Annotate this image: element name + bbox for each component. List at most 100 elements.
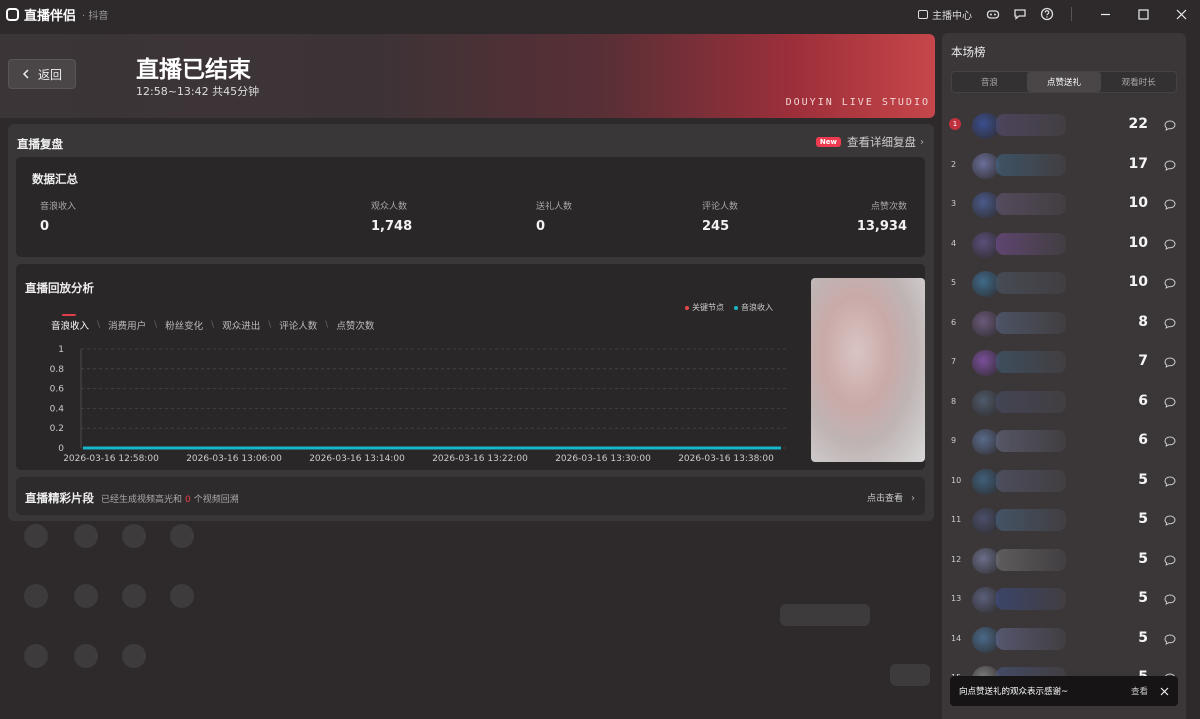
y-tick-label: 0.2 [50,424,64,434]
comment-icon[interactable] [1164,515,1176,526]
data-summary-card: 数据汇总 音浪收入 0 观众人数 1,748 送礼人数 0 评论人数 245 点… [16,157,925,257]
ranking-row[interactable]: 86 [942,383,1186,423]
highlights-title: 直播精彩片段 [25,491,94,505]
maximize-button[interactable] [1124,0,1162,28]
summary-title: 数据汇总 [32,172,78,186]
ranking-row[interactable]: 4 10 [942,225,1186,265]
highlights-description: 已经生成视频高光和 0 个视频回溯 [101,495,239,505]
ranking-row[interactable]: 13 5 [942,580,1186,620]
tab-income[interactable]: 音浪收入 [51,314,89,332]
x-tick-label: 2026-03-16 13:22:00 [432,454,528,464]
comment-icon[interactable] [1164,238,1176,250]
page-title: 直播已结束 [136,57,251,83]
ranking-row[interactable]: 11 5 [942,501,1186,541]
tab-paying-users[interactable]: 消费用户 [108,318,146,332]
toast-text: 向点赞送礼的观众表示感谢~ [959,687,1069,697]
close-button[interactable] [1162,0,1200,28]
comment-icon[interactable] [1164,357,1176,368]
replay-title: 直播回放分析 [25,281,94,295]
rank-count: 5 [1138,629,1148,646]
new-badge: New [815,137,841,147]
y-tick-label: 0.8 [50,365,65,375]
close-icon[interactable] [1160,687,1169,696]
ranking-row[interactable]: 12 5 [942,541,1186,581]
ranking-row[interactable]: 10 5 [942,462,1186,502]
comment-icon[interactable] [1164,120,1176,131]
back-button[interactable]: 返回 [8,59,76,89]
tab-likes-gifts[interactable]: 点赞送礼 [1026,72,1102,92]
rank-count: 5 [1138,590,1148,606]
comment-icon[interactable] [1164,317,1176,329]
gamepad-icon[interactable] [986,7,1000,21]
rank-number: 10 [951,475,962,485]
ranking-row[interactable]: 77 [942,343,1186,383]
y-tick-label: 1 [58,345,64,355]
app-name: 直播伴侣 [24,8,77,24]
income-area-chart: 1 0.8 0.6 0.4 0.2 02026-03-16 12:58:00 2026-03… [50,345,786,464]
redacted-username [996,548,1066,571]
redacted-username [996,588,1066,610]
chart-legend: 关键节点 音浪收入 [685,302,773,313]
tab-viewer-flow[interactable]: 观众进出 [222,318,260,332]
rank-number: 6 [951,317,957,327]
comment-icon[interactable] [1164,199,1176,210]
stat-likes: 点赞次数 13,934 [856,202,907,234]
comment-icon[interactable] [1164,594,1176,605]
view-detailed-review-link[interactable]: New 查看详细复盘 › [815,134,924,150]
live-time-range: 12:58~13:42 共45分钟 [136,85,260,98]
ranking-row[interactable]: 1 22 [942,106,1186,146]
tab-watch-time[interactable]: 观看时长 [1101,72,1176,92]
help-icon[interactable] [1040,7,1054,21]
comment-icon[interactable] [1164,278,1176,289]
y-tick-label: 0 [58,444,64,454]
ranking-row[interactable]: 96 [942,422,1186,462]
tab-commenters[interactable]: 评论人数 [279,318,317,332]
ranking-row[interactable]: 2 17 [942,146,1186,186]
rank-number: 12 [951,554,962,564]
comment-icon[interactable] [1164,475,1176,487]
legend-key-moments: 关键节点 [685,302,724,313]
rank-number: 7 [951,357,957,366]
tab-gift-income[interactable]: 音浪 [952,72,1027,92]
stat-commenters: 评论人数 245 [702,202,739,234]
redacted-username [996,469,1066,492]
comment-icon[interactable] [1164,436,1176,447]
comment-icon[interactable] [1164,554,1176,566]
ranking-row[interactable]: 3 10 [942,185,1186,225]
app-logo-icon [6,7,19,21]
comment-icon[interactable] [1164,633,1176,645]
message-icon[interactable] [1013,7,1027,21]
rank-count: 10 [1128,274,1148,290]
view-highlights-link[interactable]: 点击查看 › [867,491,915,504]
y-tick-label: 0.6 [50,385,65,395]
tab-fan-change[interactable]: 粉丝变化 [165,318,203,332]
comment-icon[interactable] [1164,396,1176,408]
rank-count: 6 [1138,432,1148,448]
ranking-row[interactable]: 68 [942,304,1186,344]
ranking-row[interactable]: 5 10 [942,264,1186,304]
replay-video-thumbnail[interactable] [811,278,925,462]
redacted-username [996,232,1066,255]
rank-count: 7 [1138,353,1148,369]
toast-view-link[interactable]: 查看 [1131,685,1148,697]
stat-gifters: 送礼人数 0 [536,202,573,234]
redacted-username [996,272,1066,294]
redacted-username [996,351,1066,373]
rank-count: 10 [1128,195,1148,211]
rank-number: 11 [951,515,962,524]
replay-analysis-card: 直播回放分析 关键节点 音浪收入 音浪收入 \ 消费用户 \ 粉丝变化 \ 观众… [16,264,925,470]
tab-likes[interactable]: 点赞次数 [336,318,374,332]
comment-icon[interactable] [1164,159,1176,171]
chevron-left-icon [22,69,29,79]
rank-count: 10 [1128,234,1148,251]
redacted-username [996,311,1066,334]
anchor-center-link[interactable]: 主播中心 [918,7,972,22]
review-title: 直播复盘 [17,137,63,151]
ranking-row[interactable]: 14 5 [942,620,1186,660]
chart-icon [918,9,928,19]
rank-number: 13 [951,594,962,603]
metric-tabs: 音浪收入 \ 消费用户 \ 粉丝变化 \ 观众进出 \ 评论人数 \ 点赞次数 [51,314,375,332]
minimize-button[interactable] [1086,0,1124,28]
titlebar-divider [1071,7,1072,21]
ranking-title: 本场榜 [951,45,986,59]
